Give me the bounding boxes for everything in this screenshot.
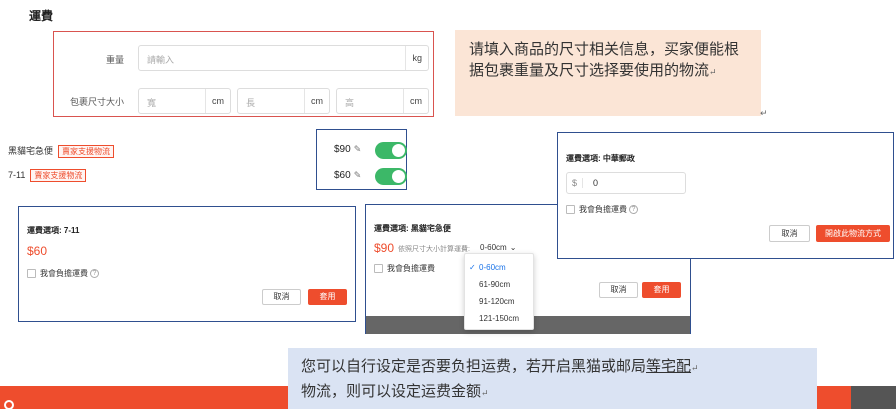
shipping-dialog-711: 運費選項: 7-11 $60 我會負擔運費? 取消 套用 <box>18 206 356 322</box>
paragraph-mark-icon: ↵ <box>760 108 768 118</box>
shipping-row-711: 7-11 賣家支援物流 <box>8 169 87 182</box>
dropdown-option[interactable]: 91-120cm <box>479 297 515 306</box>
package-size-label: 包裹尺寸大小 <box>69 97 124 107</box>
weight-unit: kg <box>405 46 428 70</box>
cancel-button[interactable]: 取消 <box>769 225 810 242</box>
dialog-price: $60 <box>27 244 48 258</box>
dialog-price: $90 <box>374 241 395 255</box>
apply-button[interactable]: 套用 <box>308 289 347 305</box>
dropdown-option[interactable]: 0-60cm <box>479 263 506 272</box>
toggle-knob <box>392 144 405 157</box>
shipping-fee-value: 0 <box>593 178 599 188</box>
length-placeholder: 長 <box>246 98 256 108</box>
size-info-note-text: 请填入商品的尺寸相关信息，买家便能根据包裹重量及尺寸选择要使用的物流 <box>469 40 740 79</box>
size-info-note: 请填入商品的尺寸相关信息，买家便能根据包裹重量及尺寸选择要使用的物流↵ <box>455 30 761 116</box>
shipping-fee-input[interactable]: $ 0 <box>566 172 686 194</box>
paragraph-mark-icon: ↵ <box>481 389 489 399</box>
size-select[interactable]: 0-60cm ⌄ <box>480 243 516 252</box>
shipping-price: $90 <box>334 144 351 155</box>
checkbox-icon[interactable] <box>374 264 383 274</box>
cancel-button[interactable]: 取消 <box>262 289 301 305</box>
shipping-price: $60 <box>334 170 351 181</box>
shipping-toggle-711[interactable] <box>375 168 407 185</box>
size-select-value: 0-60cm <box>480 243 507 252</box>
currency-symbol: $ <box>572 178 584 188</box>
bear-shipping-checkbox[interactable]: 我會負擔運費? <box>566 201 638 219</box>
width-input[interactable]: 寬 cm <box>138 88 231 114</box>
shipping-price-cat[interactable]: $90 ✎ <box>334 144 361 155</box>
dialog-title: 運費選項: 黑貓宅急便 <box>374 224 451 233</box>
checkbox-label: 我會負擔運費 <box>40 269 88 279</box>
seller-support-tag: 賣家支援物流 <box>58 145 115 158</box>
width-unit: cm <box>205 89 230 113</box>
paragraph-mark-icon: ↵ <box>709 68 717 78</box>
toggle-knob <box>392 170 405 183</box>
dialog-title: 運費選項: 7-11 <box>27 226 80 235</box>
shipping-dialog-post: 運費選項: 中華郵政 $ 0 我會負擔運費? 取消 開啟此物流方式 <box>557 132 894 259</box>
bear-shipping-checkbox[interactable]: 我會負擔運費 <box>374 260 435 278</box>
shipping-name: 黑貓宅急便 <box>8 146 54 156</box>
apply-button[interactable]: 套用 <box>642 282 681 298</box>
dialog-title: 運費選項: 中華郵政 <box>566 154 635 163</box>
height-input[interactable]: 高 cm <box>336 88 429 114</box>
paragraph-mark-icon: ↵ <box>691 364 699 374</box>
cancel-button[interactable]: 取消 <box>599 282 638 298</box>
length-input[interactable]: 長 cm <box>237 88 330 114</box>
enable-shipping-button[interactable]: 開啟此物流方式 <box>816 225 890 242</box>
weight-input[interactable]: 請輸入 kg <box>138 45 429 71</box>
weight-placeholder: 請輸入 <box>147 55 175 65</box>
width-placeholder: 寬 <box>147 98 157 108</box>
dropdown-option[interactable]: 121-150cm <box>479 314 519 323</box>
height-unit: cm <box>403 89 428 113</box>
size-calc-label: 依照尺寸大小計算運費: <box>398 246 470 253</box>
seller-support-tag: 賣家支援物流 <box>30 169 87 182</box>
bottom-bar-dark <box>851 386 896 409</box>
shipping-name: 7-11 <box>8 170 26 180</box>
checkbox-label: 我會負擔運費 <box>387 264 435 274</box>
shipping-price-711[interactable]: $60 ✎ <box>334 170 361 181</box>
help-icon[interactable]: ? <box>90 269 99 279</box>
note-underlined: 等宅配 <box>646 357 692 375</box>
help-icon[interactable]: ? <box>629 205 638 215</box>
shipping-row-cat: 黑貓宅急便 賣家支援物流 <box>8 144 115 158</box>
section-title: 運費 <box>29 9 54 23</box>
edit-pencil-icon[interactable]: ✎ <box>354 170 362 180</box>
note-line2: 物流，则可以设定运费金额 <box>301 382 482 400</box>
height-placeholder: 高 <box>345 98 355 108</box>
checkbox-label: 我會負擔運費 <box>579 205 627 215</box>
chevron-down-icon: ⌄ <box>509 243 517 252</box>
checkbox-icon[interactable] <box>27 269 36 279</box>
size-dropdown: ✓ 0-60cm 61-90cm 91-120cm 121-150cm <box>464 253 534 330</box>
weight-label: 重量 <box>105 55 124 65</box>
checkmark-icon: ✓ <box>469 263 476 272</box>
bear-shipping-checkbox[interactable]: 我會負擔運費? <box>27 265 99 283</box>
dropdown-option[interactable]: 61-90cm <box>479 280 510 289</box>
length-unit: cm <box>304 89 329 113</box>
edit-pencil-icon[interactable]: ✎ <box>354 144 362 154</box>
checkbox-icon[interactable] <box>566 205 575 215</box>
note-line1: 您可以自行设定是否要负担运费，若开启黑猫或邮局 <box>301 357 647 375</box>
shipping-fee-note: 您可以自行设定是否要负担运费，若开启黑猫或邮局等宅配↵ 物流，则可以设定运费金额… <box>288 348 817 409</box>
shipping-toggle-cat[interactable] <box>375 142 407 159</box>
